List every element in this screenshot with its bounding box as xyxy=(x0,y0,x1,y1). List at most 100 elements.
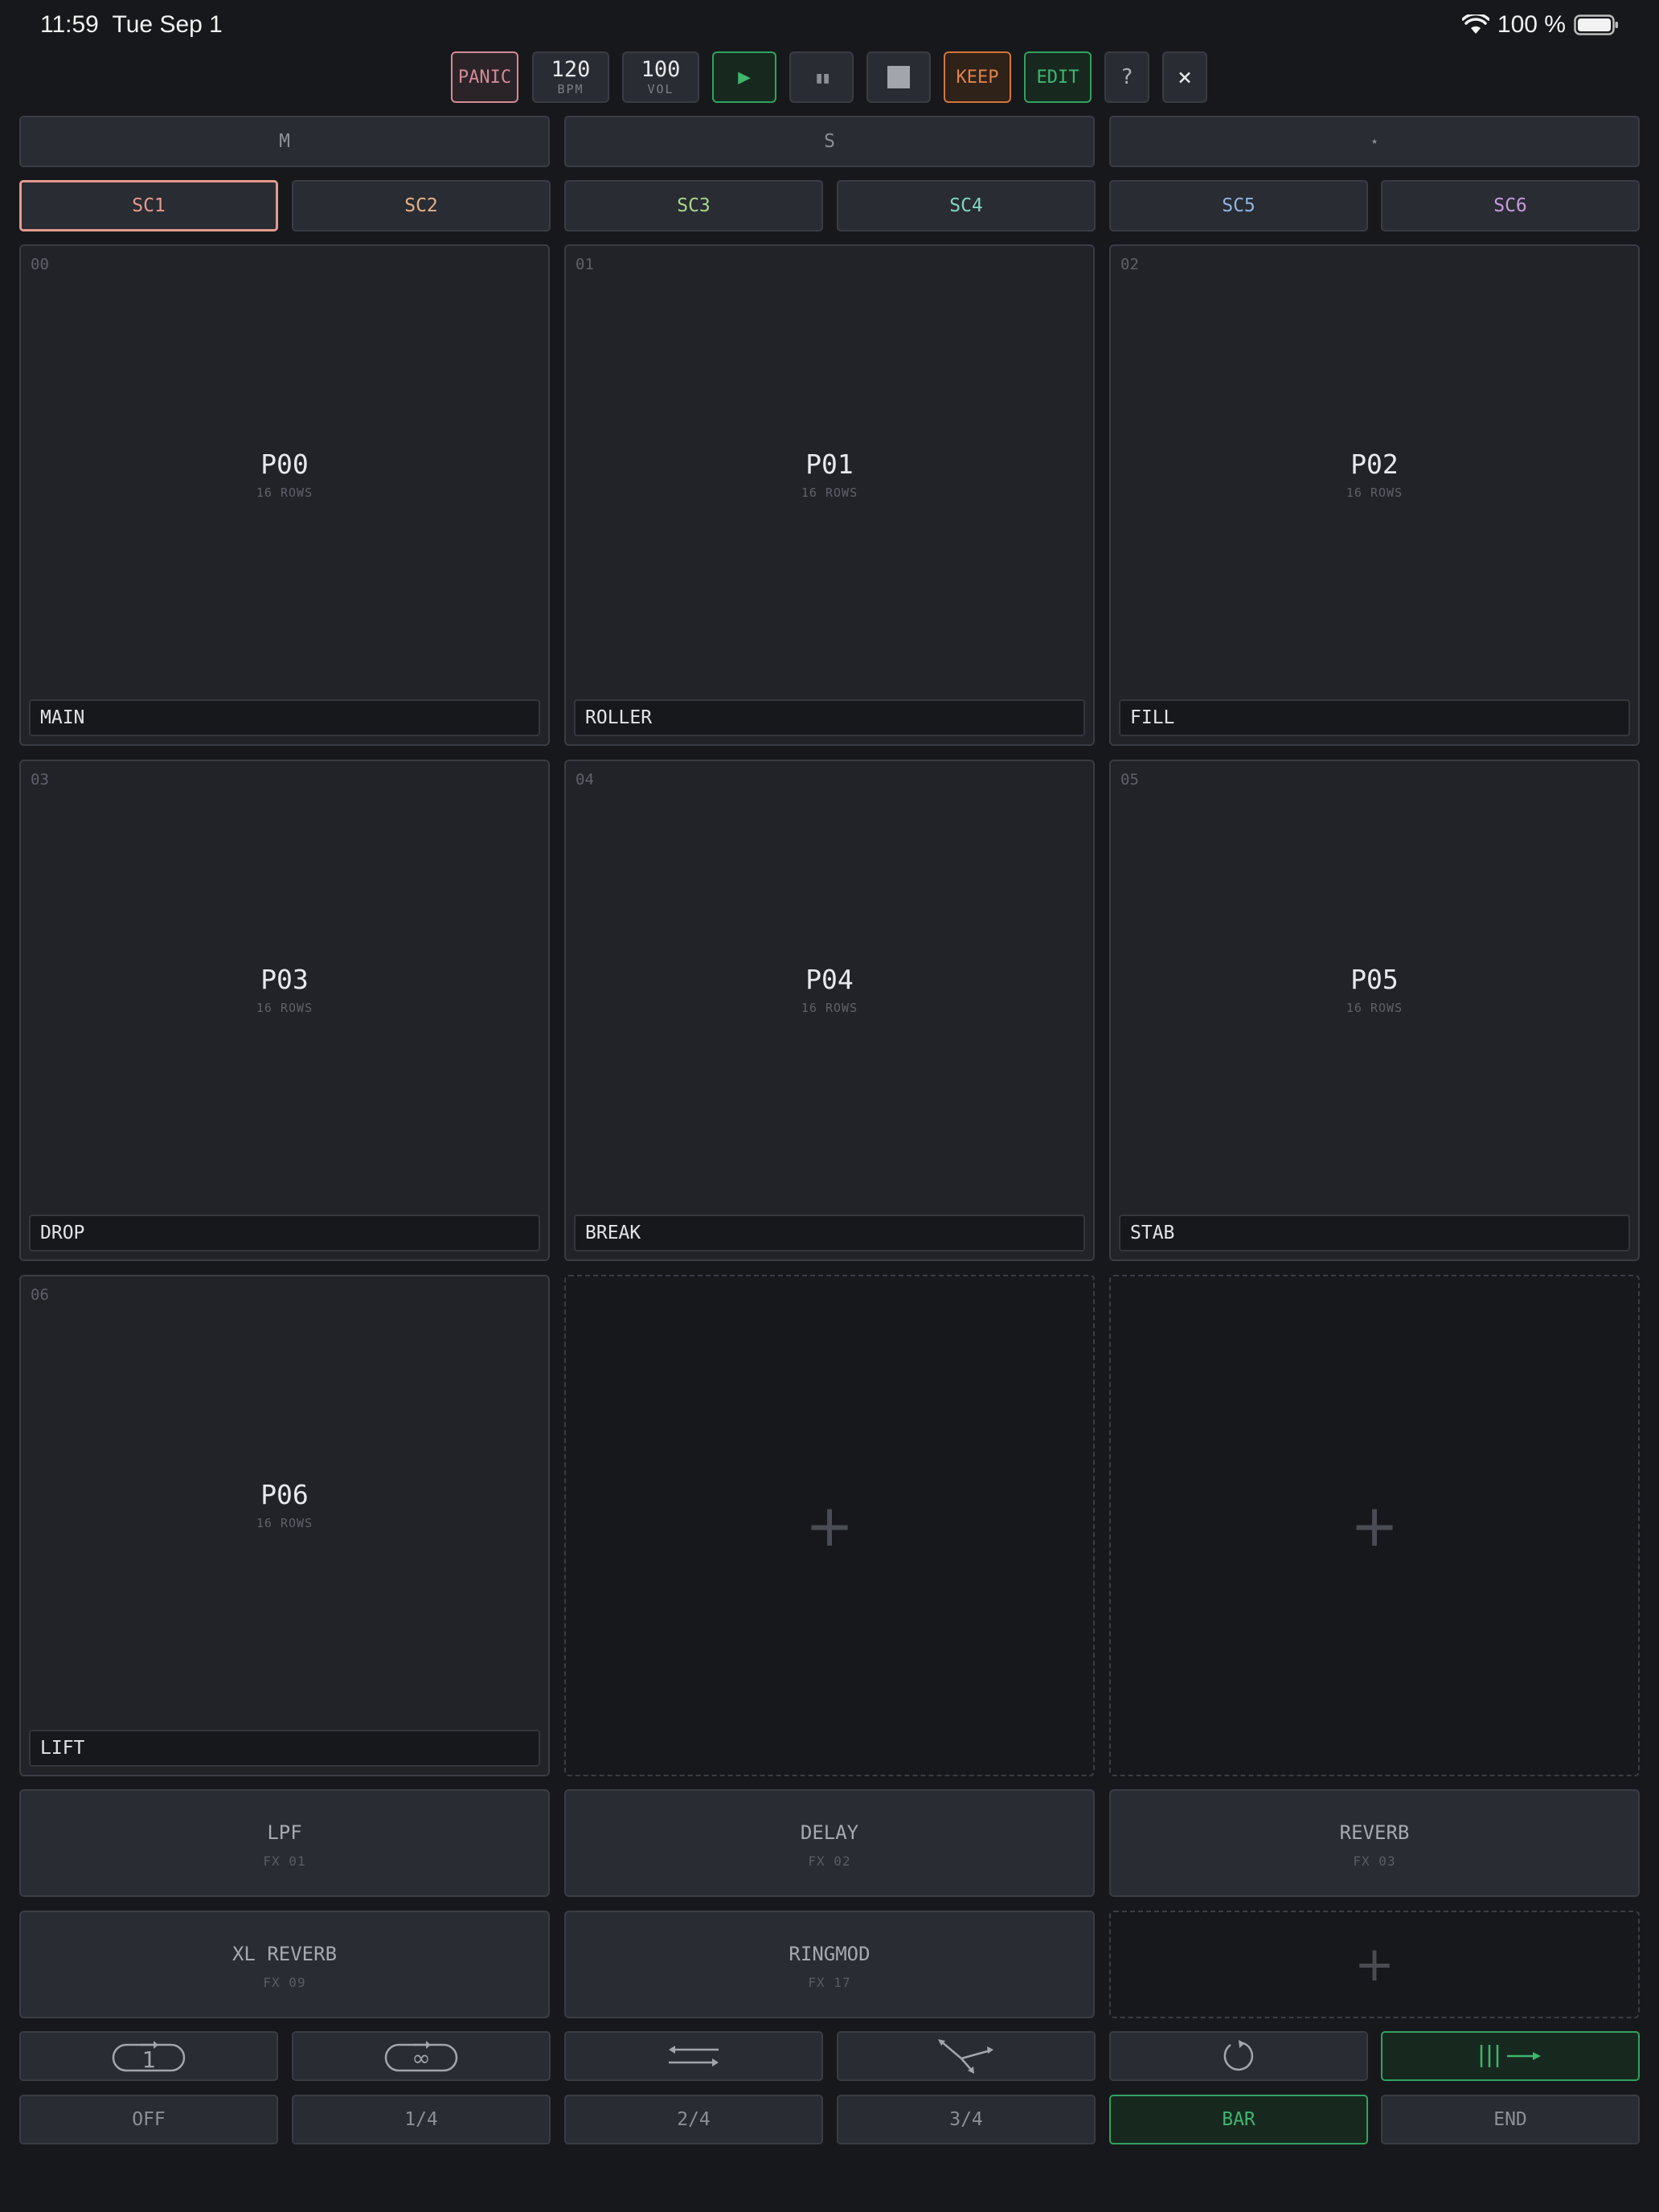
add-pattern-button[interactable]: + xyxy=(564,1275,1095,1776)
pattern-card[interactable]: 06 P06 16 ROWS LIFT xyxy=(19,1275,550,1776)
fx-slot[interactable]: XL REVERB FX 09 xyxy=(19,1911,550,2018)
mode-favorite[interactable]: ⋆ xyxy=(1109,116,1640,167)
pattern-label-field[interactable]: BREAK xyxy=(574,1215,1085,1251)
mode-mute[interactable]: M xyxy=(19,116,550,167)
scene-label: SC3 xyxy=(677,195,711,216)
scene-label: SC1 xyxy=(132,195,166,216)
scene-label: SC5 xyxy=(1222,195,1256,216)
mode-mute-label: M xyxy=(279,131,290,152)
scene-label: SC2 xyxy=(404,195,438,216)
scene-1[interactable]: SC1 xyxy=(19,180,278,231)
retrigger-icon xyxy=(1223,2040,1254,2071)
play-icon: ▶ xyxy=(738,65,751,89)
pattern-card[interactable]: 02 P02 16 ROWS FILL xyxy=(1109,244,1640,746)
quantize-bar[interactable]: BAR xyxy=(1109,2095,1368,2144)
add-pattern-button[interactable]: + xyxy=(1109,1275,1640,1776)
fx-name: RINGMOD xyxy=(789,1943,870,1965)
fx-slot[interactable]: RINGMOD FX 17 xyxy=(564,1911,1095,2018)
fx-slot[interactable]: REVERB FX 03 xyxy=(1109,1789,1640,1897)
pattern-card[interactable]: 00 P00 16 ROWS MAIN xyxy=(19,244,550,746)
pattern-index: 02 xyxy=(1120,256,1139,273)
volume-label: VOL xyxy=(647,82,674,96)
pattern-label-field[interactable]: ROLLER xyxy=(574,699,1085,736)
quantize-label: BAR xyxy=(1222,2109,1256,2130)
playmode-pingpong[interactable] xyxy=(564,2031,823,2081)
panic-label: PANIC xyxy=(457,67,512,88)
keep-button[interactable]: KEEP xyxy=(944,51,1011,103)
stop-button[interactable] xyxy=(866,51,931,103)
status-time: 11:59 Tue Sep 1 xyxy=(40,11,223,39)
wifi-icon xyxy=(1461,14,1489,35)
pattern-card[interactable]: 05 P05 16 ROWS STAB xyxy=(1109,760,1640,1261)
scene-4[interactable]: SC4 xyxy=(837,180,1096,231)
fx-slot[interactable]: DELAY FX 02 xyxy=(564,1789,1095,1897)
bpm-control[interactable]: 120 BPM xyxy=(532,51,609,103)
pattern-name: P00 xyxy=(260,449,309,480)
volume-control[interactable]: 100 VOL xyxy=(622,51,699,103)
pattern-name: P02 xyxy=(1350,449,1399,480)
quantize-label: 1/4 xyxy=(404,2109,438,2130)
scene-5[interactable]: SC5 xyxy=(1109,180,1368,231)
ping-pong-icon xyxy=(669,2046,719,2067)
close-button[interactable]: × xyxy=(1162,51,1207,103)
pattern-name: P05 xyxy=(1350,964,1399,995)
pattern-card[interactable]: 04 P04 16 ROWS BREAK xyxy=(564,760,1095,1261)
playmode-loop[interactable]: ∞ xyxy=(292,2031,551,2081)
pattern-rows: 16 ROWS xyxy=(256,1516,313,1530)
continue-icon xyxy=(1480,2045,1541,2067)
pattern-rows: 16 ROWS xyxy=(801,485,858,500)
pattern-label-field[interactable]: STAB xyxy=(1119,1215,1630,1251)
add-fx-button[interactable]: + xyxy=(1109,1911,1640,2018)
scene-label: SC4 xyxy=(949,195,983,216)
playmode-random[interactable] xyxy=(837,2031,1096,2081)
fx-name: XL REVERB xyxy=(231,1943,338,1965)
pattern-index: 04 xyxy=(576,771,594,789)
scene-3[interactable]: SC3 xyxy=(564,180,823,231)
help-button[interactable]: ? xyxy=(1104,51,1149,103)
pattern-label-field[interactable]: FILL xyxy=(1119,699,1630,736)
help-icon: ? xyxy=(1120,65,1133,89)
pattern-card[interactable]: 03 P03 16 ROWS DROP xyxy=(19,760,550,1261)
bpm-label: BPM xyxy=(557,82,584,96)
playmode-continue[interactable] xyxy=(1381,2031,1640,2081)
quantize-off[interactable]: OFF xyxy=(19,2095,278,2144)
fx-id: FX 03 xyxy=(1353,1854,1396,1869)
mode-solo[interactable]: S xyxy=(564,116,1095,167)
edit-button[interactable]: EDIT xyxy=(1024,51,1092,103)
once-digit: 1 xyxy=(141,2046,156,2073)
star-icon: ⋆ xyxy=(1369,132,1380,151)
pattern-rows: 16 ROWS xyxy=(256,1001,313,1015)
status-indicators: 100 % xyxy=(1461,11,1619,39)
pattern-label-field[interactable]: LIFT xyxy=(29,1730,540,1767)
random-icon xyxy=(938,2039,993,2074)
pattern-card[interactable]: 01 P01 16 ROWS ROLLER xyxy=(564,244,1095,746)
quantize-label: 2/4 xyxy=(677,2109,711,2130)
pattern-rows: 16 ROWS xyxy=(1346,485,1403,500)
pattern-index: 06 xyxy=(31,1286,49,1304)
pattern-index: 03 xyxy=(31,771,49,789)
scene-2[interactable]: SC2 xyxy=(292,180,551,231)
pattern-name: P04 xyxy=(805,964,854,995)
pattern-index: 05 xyxy=(1120,771,1139,789)
fx-slot[interactable]: LPF FX 01 xyxy=(19,1789,550,1897)
pattern-rows: 16 ROWS xyxy=(1346,1001,1403,1015)
playmode-retrigger[interactable] xyxy=(1109,2031,1368,2081)
panic-button[interactable]: PANIC xyxy=(451,51,518,103)
scene-label: SC6 xyxy=(1493,195,1527,216)
quantize-1-4[interactable]: 1/4 xyxy=(292,2095,551,2144)
scene-6[interactable]: SC6 xyxy=(1381,180,1640,231)
quantize-3-4[interactable]: 3/4 xyxy=(837,2095,1096,2144)
keep-label: KEEP xyxy=(956,67,999,88)
loop-icon: ∞ xyxy=(384,2040,458,2072)
pattern-name: P03 xyxy=(260,964,309,995)
pattern-rows: 16 ROWS xyxy=(801,1001,858,1015)
quantize-end[interactable]: END xyxy=(1381,2095,1640,2144)
pattern-label-field[interactable]: MAIN xyxy=(29,699,540,736)
play-button[interactable]: ▶ xyxy=(712,51,776,103)
quantize-2-4[interactable]: 2/4 xyxy=(564,2095,823,2144)
playmode-once[interactable]: 1 xyxy=(19,2031,278,2081)
pattern-rows: 16 ROWS xyxy=(256,485,313,500)
pause-button[interactable]: ▮▮ xyxy=(789,51,854,103)
pattern-label-field[interactable]: DROP xyxy=(29,1215,540,1251)
loop-symbol: ∞ xyxy=(412,2045,431,2071)
